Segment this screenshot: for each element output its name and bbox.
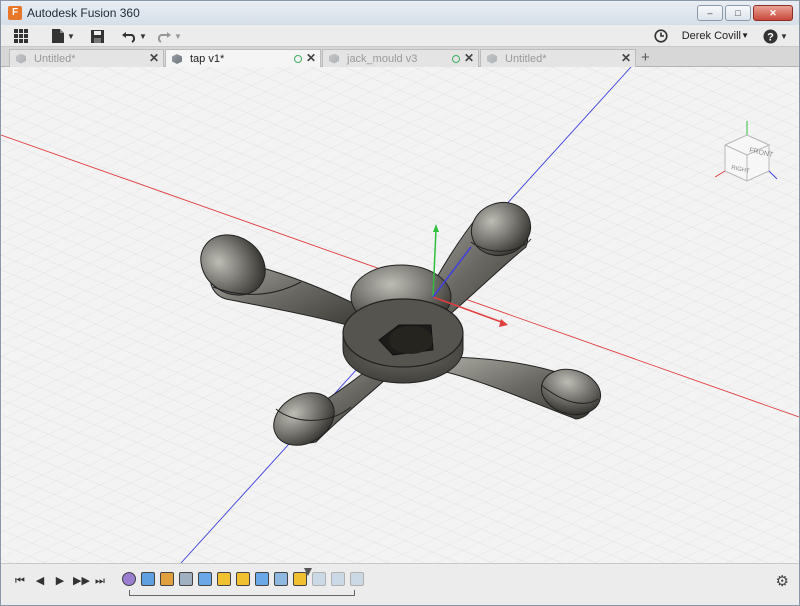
- chevron-down-icon: ▼: [780, 31, 788, 41]
- title-bar[interactable]: F Autodesk Fusion 360 – □ ✕: [1, 1, 799, 25]
- help-icon: ?: [763, 29, 778, 43]
- timeline-feature-pattern[interactable]: [274, 572, 288, 586]
- close-tab-icon[interactable]: ✕: [621, 51, 631, 65]
- svg-text:?: ?: [767, 31, 774, 43]
- component-cube-icon: [172, 54, 182, 64]
- tab-label: tap v1*: [190, 53, 225, 65]
- timeline-feature-suppressed-3[interactable]: [350, 572, 364, 586]
- timeline-feature-fillet-2[interactable]: [236, 572, 250, 586]
- close-tab-icon[interactable]: ✕: [464, 51, 474, 65]
- timeline-feature-fillet-3[interactable]: [293, 572, 307, 586]
- quick-access-toolbar: ▼ ▼ ▼ Derek Covill ▼ ? ▼: [1, 25, 799, 47]
- file-menu-button[interactable]: ▼: [51, 27, 75, 45]
- window-title: Autodesk Fusion 360: [27, 6, 140, 20]
- timeline-bar: ⏮ ◀ ▶ ▶▶ ⏭ ⚙: [1, 563, 799, 605]
- tab-label: jack_mould v3: [347, 52, 418, 65]
- component-cube-icon: [16, 53, 26, 64]
- timeline-feature-extrude[interactable]: [198, 572, 212, 586]
- close-window-button[interactable]: ✕: [753, 5, 793, 21]
- tab-untitled-2[interactable]: Untitled* ✕: [480, 49, 636, 67]
- component-cube-icon: [329, 53, 339, 64]
- new-tab-button[interactable]: +: [641, 49, 650, 66]
- tab-untitled-1[interactable]: Untitled* ✕: [9, 49, 164, 67]
- timeline-feature-fillet-1[interactable]: [217, 572, 231, 586]
- save-button[interactable]: [90, 27, 105, 45]
- app-grid-icon: [14, 29, 28, 43]
- file-icon: [52, 29, 64, 43]
- job-status-button[interactable]: [654, 27, 668, 45]
- timeline-feature-sphere[interactable]: [122, 572, 136, 586]
- timeline-prev-button[interactable]: ◀: [33, 574, 47, 588]
- chevron-down-icon: ▼: [67, 31, 75, 41]
- chevron-down-icon: ▼: [741, 31, 749, 40]
- chevron-down-icon: ▼: [139, 31, 147, 41]
- sync-status-icon: [294, 55, 302, 63]
- save-icon: [91, 29, 104, 43]
- data-panel-button[interactable]: [13, 27, 29, 45]
- timeline-feature-suppressed-2[interactable]: [331, 572, 345, 586]
- tab-tap-v1[interactable]: tap v1* ✕: [165, 49, 321, 68]
- gear-icon: ⚙: [775, 573, 789, 590]
- undo-icon: [122, 32, 136, 43]
- timeline-last-button[interactable]: ⏭: [93, 574, 107, 588]
- chevron-down-icon: ▼: [174, 31, 182, 41]
- user-account-menu[interactable]: Derek Covill: [682, 30, 741, 42]
- timeline-ruler: [129, 590, 355, 596]
- component-cube-icon: [487, 53, 497, 64]
- fusion-logo-icon: F: [8, 6, 22, 20]
- tab-label: Untitled*: [505, 52, 547, 65]
- app-window: F Autodesk Fusion 360 – □ ✕ ▼ ▼ ▼ Derek …: [0, 0, 800, 606]
- 3d-viewport[interactable]: FRONT RIGHT: [1, 67, 799, 563]
- sync-status-icon: [452, 55, 460, 63]
- canvas-svg[interactable]: FRONT RIGHT: [1, 67, 799, 563]
- tab-jack-mould-v3[interactable]: jack_mould v3 ✕: [322, 49, 479, 67]
- clock-icon: [654, 29, 668, 43]
- close-tab-icon[interactable]: ✕: [306, 51, 316, 65]
- help-button[interactable]: ? ▼: [763, 27, 788, 45]
- redo-button[interactable]: ▼: [156, 27, 182, 45]
- timeline-feature-sketch[interactable]: [179, 572, 193, 586]
- timeline-feature-split[interactable]: [160, 572, 174, 586]
- maximize-button[interactable]: □: [725, 5, 751, 21]
- timeline-feature-body[interactable]: [255, 572, 269, 586]
- timeline-first-button[interactable]: ⏮: [13, 574, 27, 588]
- timeline-feature-move[interactable]: [141, 572, 155, 586]
- tab-label: Untitled*: [34, 52, 76, 65]
- window-controls: – □ ✕: [697, 5, 793, 21]
- undo-button[interactable]: ▼: [121, 27, 147, 45]
- timeline-next-button[interactable]: ▶▶: [73, 574, 90, 588]
- document-tab-bar: Untitled* ✕ tap v1* ✕ jack_mould v3 ✕ Un…: [1, 47, 799, 68]
- close-tab-icon[interactable]: ✕: [149, 51, 159, 65]
- timeline-play-button[interactable]: ▶: [53, 574, 67, 588]
- redo-icon: [157, 32, 171, 43]
- timeline-settings-button[interactable]: ⚙: [776, 572, 789, 590]
- minimize-button[interactable]: –: [697, 5, 723, 21]
- timeline-feature-suppressed-1[interactable]: [312, 572, 326, 586]
